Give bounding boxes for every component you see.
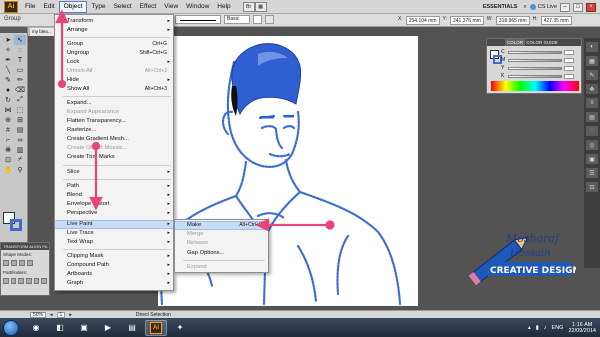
zoom-field[interactable]: 50% <box>30 311 47 318</box>
clock[interactable]: 1:16 AM 22/09/2014 <box>568 322 596 334</box>
start-button[interactable] <box>3 319 19 336</box>
artboard-nav-next[interactable]: ▸ <box>69 312 72 318</box>
language-indicator[interactable]: ENG <box>552 325 564 331</box>
current-tool-label[interactable]: Direct Selection <box>136 312 171 318</box>
explorer-taskbar-icon[interactable]: ◧ <box>49 320 71 336</box>
folder-taskbar-icon[interactable]: ▤ <box>121 320 143 336</box>
volume-icon[interactable]: ♪ <box>544 325 547 331</box>
status-bar: 50% ◂ 1 ▸ Direct Selection <box>0 310 600 318</box>
artboard-nav-first[interactable]: ◂ <box>50 312 53 318</box>
system-tray: ▴ ▮ ♪ ENG 1:16 AM 22/09/2014 <box>528 318 596 337</box>
chrome-taskbar-icon[interactable]: ◉ <box>25 320 47 336</box>
windows-taskbar: ◉ ◧ ▣ ▶ ▤ Ai ✦ ▴ ▮ ♪ ENG 1:16 AM 22/09/2… <box>0 318 600 337</box>
illustrator-taskbar-icon[interactable]: Ai <box>145 319 167 336</box>
annotation-dot <box>57 79 67 89</box>
media-taskbar-icon[interactable]: ▶ <box>97 320 119 336</box>
network-icon[interactable]: ▮ <box>536 325 539 331</box>
annotation-dot <box>325 220 335 230</box>
tray-arrow-icon[interactable]: ▴ <box>528 325 531 331</box>
annotation-arrowhead-down <box>89 196 103 211</box>
annotation-arrowhead-left <box>255 218 270 232</box>
annotation-dot <box>91 141 101 151</box>
app-taskbar-icon[interactable]: ✦ <box>169 320 191 336</box>
annotation-arrows <box>55 9 335 232</box>
annotation-arrowhead-up <box>55 9 69 24</box>
artboard-number-field[interactable]: 1 <box>56 311 66 318</box>
photos-taskbar-icon[interactable]: ▣ <box>73 320 95 336</box>
